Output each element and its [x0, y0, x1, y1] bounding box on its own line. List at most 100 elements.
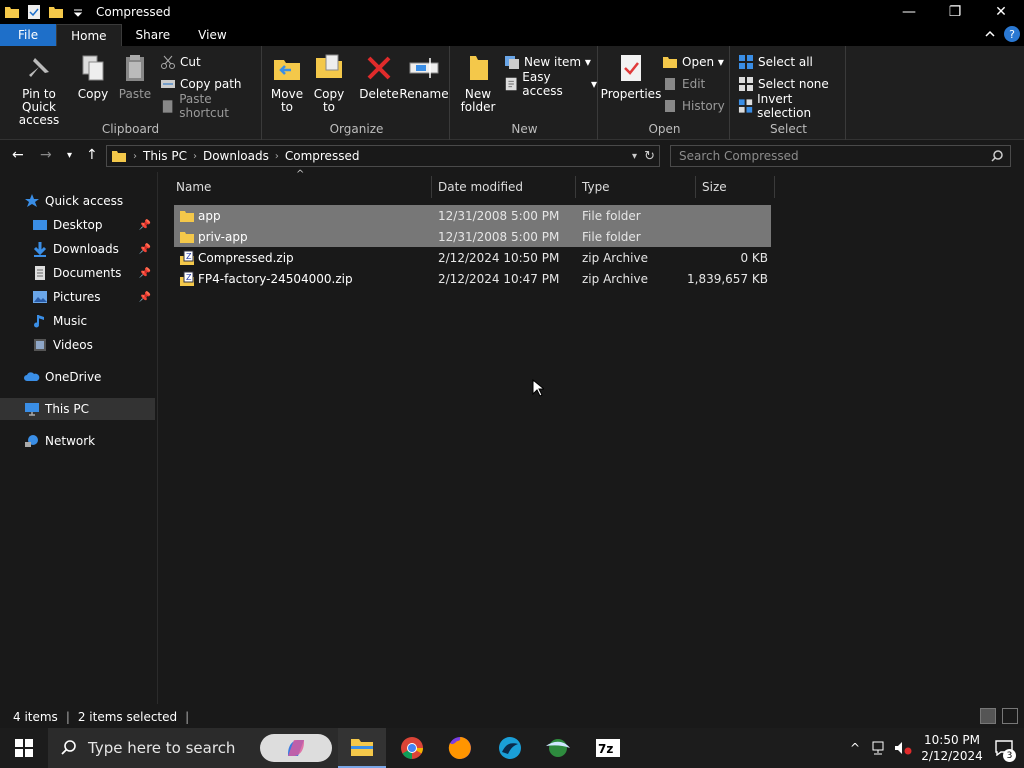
show-hidden-icons-chevron-icon[interactable]: ^ [850, 741, 860, 755]
windows-logo-icon [15, 739, 33, 757]
minimize-button[interactable]: — [886, 0, 932, 24]
paste-shortcut-icon [162, 100, 173, 113]
cut-button[interactable]: Cut [160, 52, 201, 72]
ribbon-tabs: File Home Share View ? [0, 24, 1024, 46]
file-row-fp4-factory-zip[interactable]: Z FP4-factory-24504000.zip 2/12/2024 10:… [174, 268, 771, 289]
svg-text:7z: 7z [598, 742, 613, 756]
select-none-button[interactable]: Select none [738, 74, 829, 94]
nav-pictures[interactable]: Pictures 📌 [0, 286, 155, 308]
file-row-priv-app[interactable]: priv-app 12/31/2008 5:00 PM File folder [174, 226, 771, 247]
tab-view[interactable]: View [184, 24, 240, 46]
new-folder-button[interactable]: New folder [458, 52, 498, 114]
network-status-icon[interactable] [870, 741, 886, 755]
paste-shortcut-button[interactable]: Paste shortcut [160, 92, 261, 120]
notification-center-button[interactable]: 3 [984, 728, 1024, 768]
address-bar[interactable]: › This PC › Downloads › Compressed ▾ ↻ [106, 145, 660, 167]
firefox-icon [448, 737, 471, 759]
nav-network[interactable]: Network [0, 430, 155, 452]
file-row-app[interactable]: app 12/31/2008 5:00 PM File folder [174, 205, 771, 226]
copy-path-button[interactable]: Copy path [160, 74, 242, 94]
rename-button[interactable]: Rename [399, 52, 449, 101]
nav-this-pc[interactable]: This PC [0, 398, 155, 420]
tab-share[interactable]: Share [122, 24, 185, 46]
history-icon [665, 100, 675, 112]
mouse-cursor-icon [532, 379, 544, 397]
nav-videos[interactable]: Videos [0, 334, 155, 356]
zip-archive-icon: Z [180, 250, 194, 265]
breadcrumb-compressed[interactable]: Compressed [285, 149, 360, 163]
edit-button[interactable]: Edit [662, 74, 705, 94]
new-item-button[interactable]: New item ▾ [504, 52, 591, 72]
move-to-button[interactable]: Move to [268, 52, 306, 114]
refresh-icon[interactable]: ↻ [644, 149, 655, 164]
invert-selection-button[interactable]: Invert selection [738, 92, 845, 120]
pin-icon[interactable]: 📌 [139, 244, 151, 255]
volume-muted-icon[interactable] [894, 741, 912, 755]
copilot-button[interactable] [260, 734, 332, 762]
column-header-name[interactable]: Name [170, 176, 432, 198]
forward-arrow-icon[interactable]: → [40, 147, 52, 163]
column-header-type[interactable]: Type [576, 176, 696, 198]
taskbar-app-globe[interactable] [534, 728, 582, 768]
nav-music[interactable]: Music [0, 310, 155, 332]
column-header-date[interactable]: Date modified [432, 176, 576, 198]
pin-icon[interactable]: 📌 [139, 220, 151, 231]
nav-quick-access[interactable]: Quick access [0, 190, 155, 212]
history-button[interactable]: History [662, 96, 725, 116]
properties-qat-icon[interactable] [26, 4, 42, 20]
nav-documents[interactable]: Documents 📌 [0, 262, 155, 284]
address-dropdown-icon[interactable]: ▾ [632, 151, 637, 162]
nav-downloads[interactable]: Downloads 📌 [0, 238, 155, 260]
nav-onedrive[interactable]: OneDrive [0, 366, 155, 388]
pictures-icon [33, 291, 47, 303]
start-button[interactable] [0, 728, 48, 768]
file-name: app [198, 208, 221, 223]
new-folder-qat-icon[interactable] [48, 4, 64, 20]
help-icon[interactable]: ? [1004, 26, 1020, 42]
clock[interactable]: 10:50 PM 2/12/2024 [920, 732, 984, 764]
up-arrow-icon[interactable]: ↑ [86, 147, 98, 163]
file-size [702, 205, 768, 226]
taskbar-firefox[interactable] [436, 728, 484, 768]
tab-file[interactable]: File [0, 24, 57, 46]
file-date: 2/12/2024 10:47 PM [438, 271, 560, 286]
qat-dropdown-icon[interactable] [70, 4, 86, 20]
pin-icon[interactable]: 📌 [139, 292, 151, 303]
open-button[interactable]: Open ▾ [662, 52, 724, 72]
file-list: ^ Name Date modified Type Size app 12/31… [160, 169, 1024, 704]
tab-home[interactable]: Home [56, 24, 122, 46]
taskbar-7zip[interactable]: 7z [584, 728, 632, 768]
file-row-compressed-zip[interactable]: Z Compressed.zip 2/12/2024 10:50 PM zip … [174, 247, 771, 268]
file-size: 1,839,657 KB [687, 271, 768, 286]
search-input[interactable]: Search Compressed [670, 145, 1011, 167]
taskbar-app-wave[interactable] [486, 728, 534, 768]
copy-button[interactable]: Copy [76, 52, 110, 101]
column-header-size[interactable]: Size [696, 176, 775, 198]
maximize-button[interactable]: ❐ [932, 0, 978, 24]
easy-access-button[interactable]: Easy access ▾ [504, 70, 597, 98]
collapse-ribbon-icon[interactable] [984, 28, 996, 40]
breadcrumb-downloads[interactable]: Downloads [203, 149, 269, 163]
close-button[interactable]: ✕ [978, 0, 1024, 24]
properties-button[interactable]: Properties [601, 52, 661, 101]
breadcrumb-this-pc[interactable]: This PC [143, 149, 187, 163]
back-arrow-icon[interactable]: ← [12, 147, 24, 163]
delete-button[interactable]: Delete [359, 52, 399, 101]
computer-icon [25, 403, 39, 416]
pin-icon[interactable]: 📌 [139, 268, 151, 279]
select-all-icon [739, 55, 753, 69]
pin-quick-access-button[interactable]: Pin to Quick access [6, 52, 72, 127]
copy-to-button[interactable]: Copy to [310, 52, 348, 114]
video-icon [34, 339, 46, 351]
desktop-icon [33, 220, 47, 230]
taskbar-chrome[interactable] [388, 728, 436, 768]
nav-desktop[interactable]: Desktop 📌 [0, 214, 155, 236]
large-icons-view-icon[interactable] [1002, 708, 1018, 724]
invert-selection-icon [738, 99, 753, 113]
taskbar-file-explorer[interactable] [338, 728, 386, 768]
document-icon [35, 266, 45, 280]
paste-button[interactable]: Paste [118, 52, 152, 101]
details-view-icon[interactable] [980, 708, 996, 724]
select-all-button[interactable]: Select all [738, 52, 813, 72]
recent-locations-icon[interactable]: ▾ [67, 150, 72, 161]
